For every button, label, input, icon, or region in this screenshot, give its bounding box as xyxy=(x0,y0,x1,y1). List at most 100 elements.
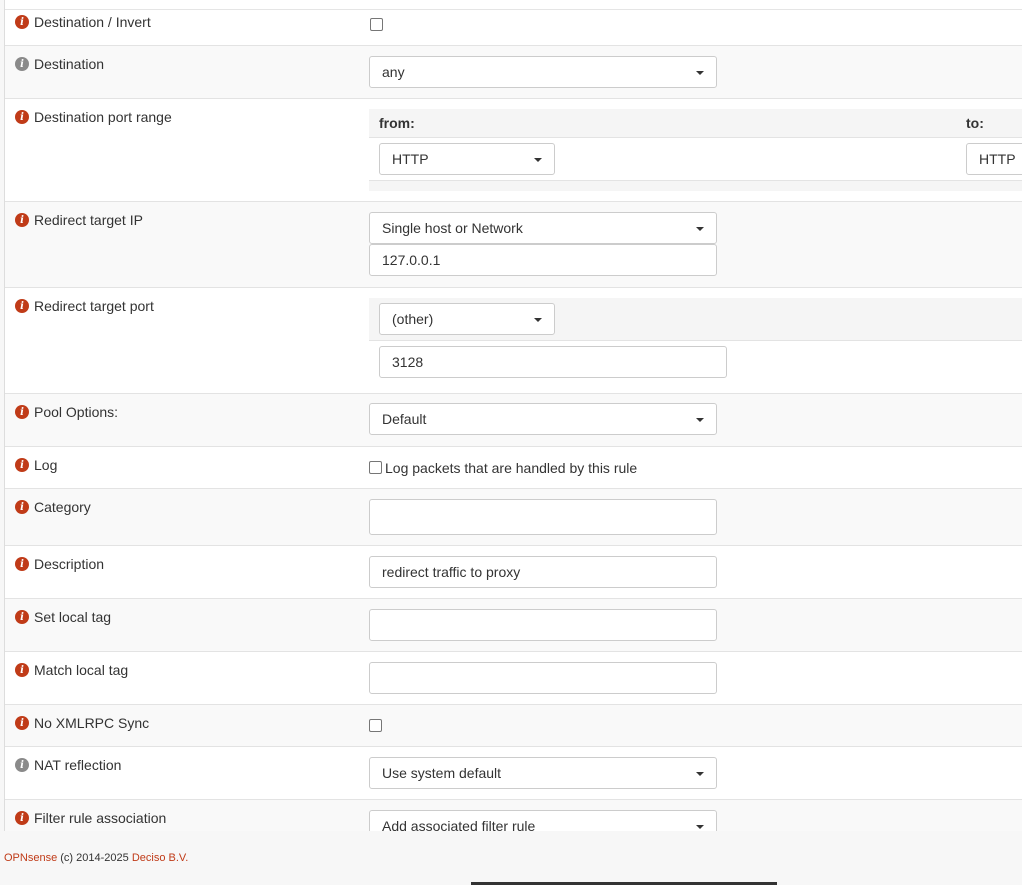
caret-down-icon xyxy=(534,158,542,162)
label-text: Destination / Invert xyxy=(34,14,151,30)
description-input[interactable]: redirect traffic to proxy xyxy=(369,556,717,588)
redirect-port-select[interactable]: (other) xyxy=(379,303,555,335)
label-text: Match local tag xyxy=(34,662,129,678)
label-filter-rule-association: i Filter rule association xyxy=(15,810,166,826)
info-icon[interactable]: i xyxy=(15,758,29,772)
redirect-target-type-select[interactable]: Single host or Network xyxy=(369,212,717,244)
row-destination-invert: i Destination / Invert xyxy=(5,10,1022,46)
label-redirect-target-port: i Redirect target port xyxy=(15,298,154,314)
label-text: Destination port range xyxy=(34,109,172,125)
category-input[interactable] xyxy=(369,499,717,535)
label-text: No XMLRPC Sync xyxy=(34,715,150,731)
info-icon[interactable]: i xyxy=(15,57,29,71)
select-value: any xyxy=(382,64,405,80)
redirect-port-input[interactable]: 3128 xyxy=(379,346,727,378)
row-no-xmlrpc-sync: i No XMLRPC Sync xyxy=(5,705,1022,747)
info-icon[interactable]: i xyxy=(15,716,29,730)
label-text: NAT reflection xyxy=(34,757,122,773)
label-text: Log xyxy=(34,457,58,473)
row-set-local-tag: i Set local tag xyxy=(5,599,1022,652)
label-text: Category xyxy=(34,499,91,515)
label-destination-invert: i Destination / Invert xyxy=(15,14,151,30)
info-icon[interactable]: i xyxy=(15,811,29,825)
row-filter-rule-association: i Filter rule association Add associated… xyxy=(5,800,1022,831)
label-text: Redirect target port xyxy=(34,298,154,314)
log-checkbox-label[interactable]: Log packets that are handled by this rul… xyxy=(385,460,637,476)
select-value: HTTP xyxy=(979,151,1016,167)
input-value: 3128 xyxy=(392,354,424,370)
row-destination: i Destination any xyxy=(5,46,1022,99)
info-icon[interactable]: i xyxy=(15,405,29,419)
from-label: from: xyxy=(379,115,415,131)
form-content: i Destination / Invert i Destination any… xyxy=(4,0,1022,831)
label-text: Set local tag xyxy=(34,609,112,625)
caret-down-icon xyxy=(696,227,704,231)
caret-down-icon xyxy=(696,71,704,75)
label-redirect-target-ip: i Redirect target IP xyxy=(15,212,143,228)
info-icon[interactable]: i xyxy=(15,557,29,571)
label-destination-port-range: i Destination port range xyxy=(15,109,172,125)
info-icon[interactable]: i xyxy=(15,500,29,514)
row-category: i Category xyxy=(5,489,1022,546)
label-nat-reflection: i NAT reflection xyxy=(15,757,121,773)
row-redirect-target-ip: i Redirect target IP Single host or Netw… xyxy=(5,202,1022,288)
redirect-target-ip-input[interactable]: 127.0.0.1 xyxy=(369,244,717,276)
row-match-local-tag: i Match local tag xyxy=(5,652,1022,705)
caret-down-icon xyxy=(696,772,704,776)
row-log: i Log Log packets that are handled by th… xyxy=(5,447,1022,489)
info-icon[interactable]: i xyxy=(15,610,29,624)
input-value: 127.0.0.1 xyxy=(382,252,441,268)
label-text: Pool Options: xyxy=(34,404,119,420)
label-log: i Log xyxy=(15,457,57,473)
info-icon[interactable]: i xyxy=(15,213,29,227)
deciso-link[interactable]: Deciso B.V. xyxy=(132,852,188,864)
destination-invert-checkbox[interactable] xyxy=(370,18,383,31)
info-icon[interactable]: i xyxy=(15,458,29,472)
select-value: Add associated filter rule xyxy=(382,818,536,831)
label-description: i Description xyxy=(15,556,104,572)
filter-rule-association-select[interactable]: Add associated filter rule xyxy=(369,810,717,831)
port-range-panel: from: to: HTTP HTTP xyxy=(369,109,1022,191)
pool-options-select[interactable]: Default xyxy=(369,403,717,435)
divider xyxy=(369,340,1022,341)
select-value: Single host or Network xyxy=(382,220,523,236)
footer: OPNsense (c) 2014-2025 Deciso B.V. xyxy=(4,852,188,864)
log-checkbox[interactable] xyxy=(369,461,382,474)
row-destination-port-range: i Destination port range from: to: HTTP … xyxy=(5,99,1022,202)
row-pool-options: i Pool Options: Default xyxy=(5,394,1022,447)
caret-down-icon xyxy=(696,825,704,829)
info-icon[interactable]: i xyxy=(15,663,29,677)
label-text: Description xyxy=(34,556,105,572)
row-description: i Description redirect traffic to proxy xyxy=(5,546,1022,599)
label-text: Redirect target IP xyxy=(34,212,143,228)
caret-down-icon xyxy=(696,418,704,422)
opnsense-link[interactable]: OPNsense xyxy=(4,852,57,864)
no-xmlrpc-sync-checkbox[interactable] xyxy=(369,719,382,732)
caret-down-icon xyxy=(534,318,542,322)
label-pool-options: i Pool Options: xyxy=(15,404,118,420)
to-port-select[interactable]: HTTP xyxy=(966,143,1022,175)
match-local-tag-input[interactable] xyxy=(369,662,717,694)
copyright-text: (c) 2014-2025 xyxy=(57,852,132,864)
nat-reflection-select[interactable]: Use system default xyxy=(369,757,717,789)
input-value: redirect traffic to proxy xyxy=(382,564,521,580)
label-category: i Category xyxy=(15,499,91,515)
select-value: (other) xyxy=(392,311,434,327)
select-value: HTTP xyxy=(392,151,429,167)
to-label: to: xyxy=(966,115,984,131)
label-destination: i Destination xyxy=(15,56,104,72)
divider xyxy=(369,180,1022,181)
from-port-select[interactable]: HTTP xyxy=(379,143,555,175)
info-icon[interactable]: i xyxy=(15,15,29,29)
label-no-xmlrpc-sync: i No XMLRPC Sync xyxy=(15,715,149,731)
info-icon[interactable]: i xyxy=(15,299,29,313)
row-nat-reflection: i NAT reflection Use system default xyxy=(5,747,1022,800)
label-match-local-tag: i Match local tag xyxy=(15,662,128,678)
destination-select[interactable]: any xyxy=(369,56,717,88)
info-icon[interactable]: i xyxy=(15,110,29,124)
select-value: Use system default xyxy=(382,765,502,781)
row-redirect-target-port: i Redirect target port (other) 3128 xyxy=(5,288,1022,394)
select-value: Default xyxy=(382,411,427,427)
set-local-tag-input[interactable] xyxy=(369,609,717,641)
label-text: Filter rule association xyxy=(34,810,167,826)
